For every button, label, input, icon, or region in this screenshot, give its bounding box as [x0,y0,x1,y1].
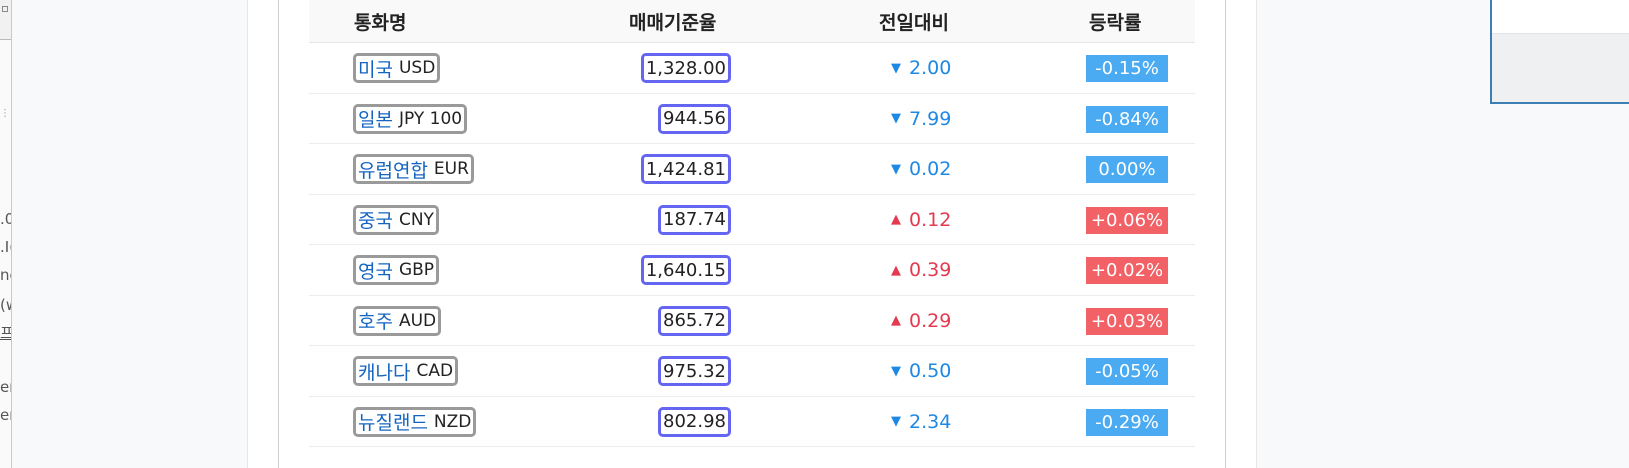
currency-name-cell[interactable]: 뉴질랜드 NZD [353,406,477,437]
change-rate-badge: -0.15% [1086,55,1168,82]
popup-window [1490,0,1629,104]
currency-code: NZD [433,411,472,432]
base-rate-value: 1,640.15 [640,255,731,285]
currency-korean-name[interactable]: 뉴질랜드 [358,408,428,435]
change-rate-badge: 0.00% [1086,156,1168,183]
table-row: 일본 JPY 100 944.56 ▼ 7.99 -0.84% [309,94,1195,144]
scroll-control[interactable] [0,0,11,40]
base-rate-value: 865.72 [658,305,731,336]
base-rate-value: 1,328.00 [640,53,731,83]
currency-code: EUR [433,159,469,179]
left-text-fragment: .I( [0,238,11,256]
header-currency-name: 통화명 [354,12,407,34]
base-rate-value: 944.56 [658,103,731,134]
change-value-cell: ▼ 2.00 [891,57,951,79]
left-text-fragment: ne [0,266,11,284]
base-rate-value: 187.74 [658,204,731,235]
change-value: 7.99 [909,107,952,130]
change-value-cell: ▼ 2.34 [891,411,951,433]
triangle-up-icon: ▲ [891,212,901,227]
currency-name-cell[interactable]: 유럽연합 EUR [353,154,474,184]
currency-korean-name[interactable]: 일본 [358,105,393,132]
change-value: 0.39 [909,259,952,281]
table-row: 중국 CNY 187.74 ▲ 0.12 +0.06% [309,195,1195,245]
currency-code: GBP [398,260,435,280]
table-row: 호주 AUD 865.72 ▲ 0.29 +0.03% [309,296,1195,346]
change-value: 2.34 [909,410,952,433]
base-rate-value: 975.32 [658,356,731,386]
triangle-up-icon: ▲ [891,262,901,278]
change-value: 0.50 [909,360,952,382]
change-value-cell: ▲ 0.12 [891,209,951,231]
change-value: 0.02 [909,158,952,180]
currency-code: USD [398,58,436,78]
currency-name-cell[interactable]: 영국 GBP [353,255,440,285]
checkbox-icon [2,6,8,12]
currency-korean-name[interactable]: 유럽연합 [358,156,428,183]
currency-korean-name[interactable]: 미국 [358,55,393,82]
change-rate-badge: -0.05% [1086,358,1168,385]
change-rate-badge: +0.02% [1086,257,1168,284]
change-value: 0.29 [909,309,952,332]
header-change-rate: 등락률 [1089,12,1142,34]
table-row: 영국 GBP 1,640.15 ▲ 0.39 +0.02% [309,245,1195,296]
header-change: 전일대비 [879,12,949,34]
currency-korean-name[interactable]: 영국 [358,257,393,284]
left-text-fragment: er [0,406,11,424]
table-row: 캐나다 CAD 975.32 ▼ 0.50 -0.05% [309,346,1195,397]
currency-korean-name[interactable]: 중국 [358,206,393,233]
left-text-fragment[interactable]: 프 [0,322,11,343]
change-rate-badge: +0.06% [1086,206,1168,234]
currency-korean-name[interactable]: 호주 [358,307,393,334]
triangle-down-icon: ▼ [891,161,901,177]
popup-body [1492,34,1629,102]
triangle-down-icon: ▼ [891,363,901,379]
change-value: 0.12 [909,208,952,231]
change-value-cell: ▲ 0.29 [891,310,951,332]
table-row: 미국 USD 1,328.00 ▼ 2.00 -0.15% [309,43,1195,94]
base-rate-value: 1,424.81 [640,154,731,184]
change-value-cell: ▼ 0.50 [891,360,951,382]
triangle-down-icon: ▼ [891,111,901,126]
dotted-separator: ⋮ [0,108,11,119]
base-rate-value: 802.98 [658,406,731,437]
triangle-down-icon: ▼ [891,60,901,76]
currency-name-cell[interactable]: 호주 AUD [353,305,442,336]
change-value: 2.00 [909,57,952,79]
currency-name-cell[interactable]: 일본 JPY 100 [353,103,468,134]
currency-name-cell[interactable]: 캐나다 CAD [353,356,459,386]
change-rate-badge: -0.84% [1086,105,1168,133]
currency-name-cell[interactable]: 중국 CNY [353,204,439,235]
currency-korean-name[interactable]: 캐나다 [358,358,410,385]
left-text-fragment: .0 [0,210,11,228]
exchange-rate-table: 통화명 매매기준율 전일대비 등락률 미국 USD 1,328.00 ▼ 2.00 -0.… [309,0,1195,447]
header-base-rate: 매매기준율 [629,12,717,34]
popup-header [1492,0,1629,34]
left-text-fragment: (w [0,296,11,314]
table-header: 통화명 매매기준율 전일대비 등락률 [309,0,1195,43]
table-row: 유럽연합 EUR 1,424.81 ▼ 0.02 0.00% [309,144,1195,195]
currency-code: JPY 100 [398,108,463,129]
change-value-cell: ▼ 7.99 [891,108,951,130]
left-text-fragment: er [0,378,11,396]
change-value-cell: ▲ 0.39 [891,259,951,281]
triangle-up-icon: ▲ [891,313,901,328]
left-window-edge: ⋮ .0 .I( ne (w 프 er er [0,0,12,468]
change-value-cell: ▼ 0.02 [891,158,951,180]
currency-code: CAD [416,361,454,381]
currency-code: AUD [398,310,437,331]
currency-code: CNY [398,209,434,230]
currency-name-cell[interactable]: 미국 USD [353,53,441,83]
change-rate-badge: -0.29% [1086,408,1168,436]
change-rate-badge: +0.03% [1086,307,1168,335]
triangle-down-icon: ▼ [891,414,901,429]
table-row: 뉴질랜드 NZD 802.98 ▼ 2.34 -0.29% [309,397,1195,447]
